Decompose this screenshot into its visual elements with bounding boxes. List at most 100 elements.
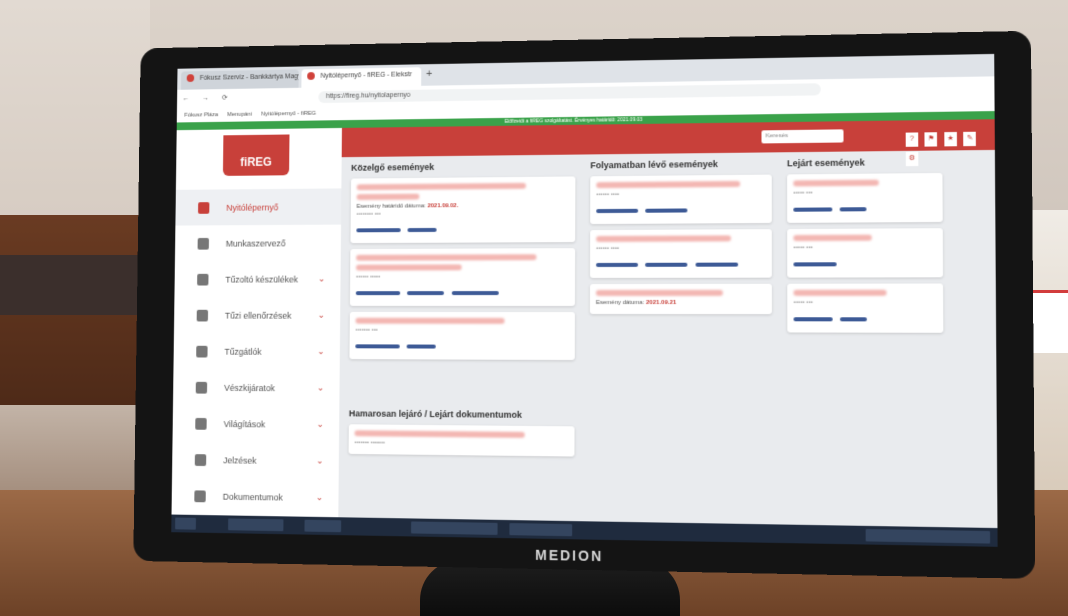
event-card[interactable]: ▪▪▪▪▪ ▪▪▪ xyxy=(787,228,944,278)
event-action-chip[interactable] xyxy=(840,207,868,212)
documents-section-title: Hamarosan lejáró / Lejárt dokumentumok xyxy=(348,408,522,420)
event-card[interactable]: Esemény dátuma: 2021.09.21 xyxy=(589,283,772,315)
tab-label: Fókusz Szerviz - Bankkártya Magyarország xyxy=(199,72,299,82)
event-detail-line: ▪▪▪▪▪▪ ▪▪▪▪▪ xyxy=(355,274,381,281)
search-input[interactable]: Keresés xyxy=(761,129,844,144)
monitor: Fókusz Szerviz - Bankkártya Magyarország… xyxy=(133,30,1036,579)
star-button[interactable]: ★ xyxy=(944,131,957,147)
taskbar-app[interactable] xyxy=(228,518,284,532)
sidebar-nav: Nyitólépernyő Munkaszervező Tűzoltó készül… xyxy=(171,188,342,546)
sidebar-item-1[interactable]: Munkaszervező xyxy=(175,225,341,262)
event-action-chip[interactable] xyxy=(793,207,833,212)
hydrant-icon xyxy=(196,309,209,321)
folder-icon xyxy=(194,489,206,502)
sidebar-item-label: Jelzések xyxy=(223,454,257,466)
help-button[interactable]: ? xyxy=(905,132,919,147)
in-progress-events-column: Folyamatban lévő események ▪▪▪▪▪▪ ▪▪▪▪ ▪… xyxy=(589,158,772,320)
event-action-chip[interactable] xyxy=(451,291,499,296)
light-icon xyxy=(195,417,207,430)
taskbar-app[interactable] xyxy=(509,523,573,537)
event-due-label: Esemény határidő dátuma: xyxy=(356,203,426,210)
new-tab-button[interactable]: + xyxy=(426,68,432,80)
sidebar-item-4[interactable]: Tűzgátlók ⌄ xyxy=(173,333,340,370)
redacted-title xyxy=(356,254,537,261)
extinguisher-icon xyxy=(197,273,209,286)
taskbar-app-active[interactable] xyxy=(411,521,498,535)
upcoming-events-title: Közelgő események xyxy=(351,162,435,173)
event-action-chip[interactable] xyxy=(596,208,639,214)
event-action-chip[interactable] xyxy=(407,227,438,233)
nav-arrows-icon[interactable]: ← → ⟳ xyxy=(183,94,233,103)
sidebar-item-5[interactable]: Vészkijáratok ⌄ xyxy=(173,369,340,406)
sidebar-item-8[interactable]: Dokumentumok ⌄ xyxy=(172,477,339,516)
exit-icon xyxy=(195,381,208,394)
event-due-value: 2021.09.02. xyxy=(427,203,459,210)
event-action-chip[interactable] xyxy=(645,208,688,213)
chevron-down-icon[interactable]: ⌄ xyxy=(316,419,323,430)
event-action-chip[interactable] xyxy=(793,317,833,322)
event-card[interactable]: ▪▪▪▪▪▪▪ ▪▪▪ xyxy=(349,311,575,361)
edit-button[interactable]: ✎ xyxy=(963,131,977,147)
taskbar-app[interactable] xyxy=(304,519,342,533)
monitor-screen: Fókusz Szerviz - Bankkártya Magyarország… xyxy=(171,53,998,547)
sidebar-item-0[interactable]: Nyitólépernyő xyxy=(175,188,342,226)
sidebar-item-7[interactable]: Jelzések ⌄ xyxy=(172,441,339,479)
tab-label: Nyitólépernyő - fiREG - Elekstr xyxy=(320,71,412,80)
document-detail-line: ▪▪▪▪▪▪▪ ▪▪▪▪▪▪▪ xyxy=(354,440,385,447)
redacted-title xyxy=(595,289,723,296)
event-action-chip[interactable] xyxy=(407,344,437,349)
bookmark-item[interactable]: Fókusz Pláza xyxy=(184,112,218,118)
event-action-chip[interactable] xyxy=(355,344,400,349)
in-progress-events-title: Folyamatban lévő események xyxy=(590,159,718,171)
chevron-down-icon[interactable]: ⌄ xyxy=(316,492,323,503)
redacted-title xyxy=(793,234,872,242)
sidebar-item-6[interactable]: Világítások ⌄ xyxy=(172,405,339,443)
chevron-down-icon[interactable]: ⌄ xyxy=(318,274,325,285)
event-detail-line: ▪▪▪▪▪▪ ▪▪▪▪ xyxy=(596,191,620,199)
sidebar-item-3[interactable]: Tűzi ellenőrzések ⌄ xyxy=(174,297,340,333)
event-card[interactable]: Esemény határidő dátuma: 2021.09.02. ▪▪▪… xyxy=(350,176,576,244)
event-detail-line: ▪▪▪▪▪▪▪▪ ▪▪▪ xyxy=(356,211,381,218)
browser-tab-2[interactable]: Nyitólépernyő - fiREG - Elekstr xyxy=(301,67,422,88)
sidebar-item-label: Munkaszervező xyxy=(225,238,286,249)
event-action-chip[interactable] xyxy=(645,262,688,267)
sidebar-item-label: Nyitólépernyő xyxy=(226,202,279,213)
event-card[interactable]: ▪▪▪▪▪▪ ▪▪▪▪ xyxy=(589,229,772,278)
chevron-down-icon[interactable]: ⌄ xyxy=(317,383,324,394)
event-card[interactable]: ▪▪▪▪▪▪ ▪▪▪▪ xyxy=(590,174,772,225)
chevron-down-icon[interactable]: ⌄ xyxy=(316,456,323,467)
document-card[interactable]: ▪▪▪▪▪▪▪ ▪▪▪▪▪▪▪ xyxy=(348,424,575,457)
sidebar-item-label: Tűzgátlók xyxy=(224,346,262,357)
sign-icon xyxy=(194,453,207,466)
event-action-chip[interactable] xyxy=(695,262,739,267)
sidebar-item-2[interactable]: Tűzoltó készülékek ⌄ xyxy=(174,261,340,297)
sidebar-item-label: Vészkijáratok xyxy=(224,382,275,393)
bookmark-item[interactable]: Menupáni xyxy=(227,112,252,118)
bookmark-item[interactable]: Nyitólépernyő - fiREG xyxy=(261,111,316,118)
event-detail-line: ▪▪▪▪▪ ▪▪▪ xyxy=(793,299,813,307)
event-card[interactable]: ▪▪▪▪▪ ▪▪▪ xyxy=(787,283,944,333)
start-button[interactable] xyxy=(175,517,196,530)
event-action-chip[interactable] xyxy=(793,262,837,267)
expired-events-title: Lejárt események xyxy=(787,157,865,169)
sidebar-item-label: Világítások xyxy=(223,418,266,429)
event-action-chip[interactable] xyxy=(355,291,401,296)
event-action-chip[interactable] xyxy=(407,291,445,296)
tab-favicon-icon xyxy=(186,74,195,82)
chevron-down-icon[interactable]: ⌄ xyxy=(317,346,324,357)
event-action-chip[interactable] xyxy=(356,228,401,233)
chevron-down-icon[interactable]: ⌄ xyxy=(318,310,325,321)
event-action-chip[interactable] xyxy=(596,262,639,267)
redacted-title xyxy=(354,430,526,438)
event-card[interactable]: ▪▪▪▪▪▪ ▪▪▪▪▪ xyxy=(349,248,576,306)
redacted-title xyxy=(355,317,505,324)
browser-tab-1[interactable]: Fókusz Szerviz - Bankkártya Magyarország xyxy=(180,69,299,90)
sidebar: fiREG Nyitólépernyő Munkaszervező Tűzoltó … xyxy=(171,127,342,539)
event-detail-line: ▪▪▪▪▪▪ ▪▪▪▪ xyxy=(596,245,619,252)
sidebar-item-label: Tűzi ellenőrzések xyxy=(224,310,292,321)
flag-button[interactable]: ⚑ xyxy=(924,132,938,147)
event-action-chip[interactable] xyxy=(840,317,868,322)
app-logo[interactable]: fiREG xyxy=(222,134,290,176)
system-tray[interactable] xyxy=(865,528,991,544)
event-card[interactable]: ▪▪▪▪▪ ▪▪▪ xyxy=(787,172,943,223)
